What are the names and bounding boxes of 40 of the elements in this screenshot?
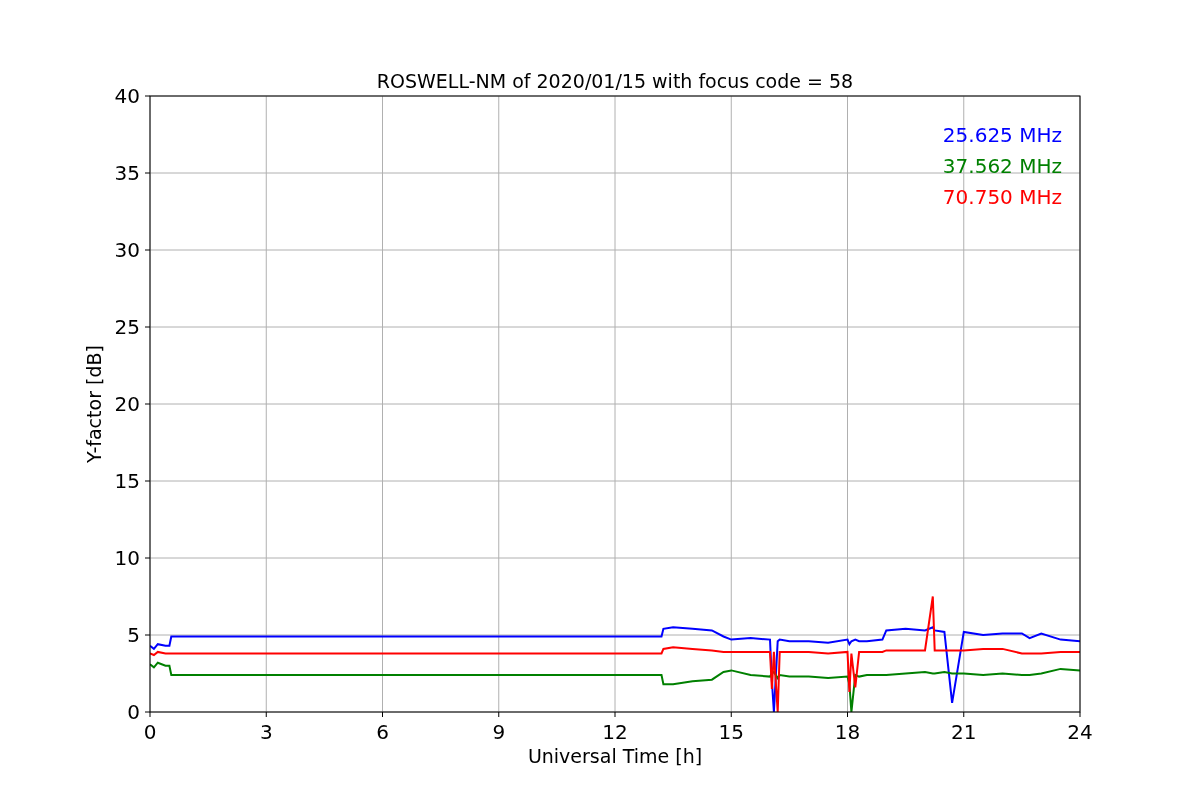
- tick-mark: [498, 711, 500, 718]
- tick-label: 6: [376, 720, 389, 744]
- legend-label: 25.625 MHz: [942, 123, 1062, 147]
- tick-label: 40: [114, 84, 140, 108]
- tick-mark: [963, 711, 965, 718]
- tick-label: 10: [114, 546, 140, 570]
- tick-mark: [265, 711, 267, 718]
- tick-label: 35: [114, 161, 140, 185]
- tick-mark: [1079, 711, 1081, 718]
- tick-mark: [144, 557, 151, 559]
- tick-label: 20: [114, 392, 140, 416]
- tick-mark: [144, 480, 151, 482]
- tick-label: 15: [718, 720, 744, 744]
- tick-mark: [382, 711, 383, 718]
- tick-label: 15: [114, 469, 140, 493]
- tick-mark: [847, 711, 848, 718]
- tick-label: 25: [114, 315, 140, 339]
- tick-label: 12: [602, 720, 628, 744]
- legend-label: 70.750 MHz: [942, 185, 1062, 209]
- tick-label: 5: [127, 623, 140, 647]
- tick-mark: [144, 249, 151, 251]
- legend-label: 37.562 MHz: [942, 154, 1062, 178]
- tick-mark: [730, 711, 732, 718]
- axis-label: Universal Time [h]: [527, 745, 703, 767]
- tick-mark: [614, 711, 616, 718]
- tick-label: 30: [114, 238, 140, 262]
- axis-label: Y-factor [dB]: [83, 345, 105, 463]
- tick-mark: [144, 326, 151, 328]
- tick-mark: [144, 172, 151, 174]
- tick-label: 18: [834, 720, 861, 744]
- tick-label: 0: [127, 700, 140, 724]
- tick-label: 9: [492, 720, 506, 744]
- tick-mark: [144, 634, 151, 636]
- tick-mark: [144, 403, 151, 405]
- tick-mark: [144, 95, 151, 97]
- tick-label: 3: [259, 720, 273, 744]
- tick-label: 0: [143, 720, 157, 744]
- tick-label: 24: [1067, 720, 1093, 744]
- chart-title: ROSWELL-NM of 2020/01/15 with focus code = 58: [376, 70, 854, 92]
- tick-label: 21: [951, 720, 977, 744]
